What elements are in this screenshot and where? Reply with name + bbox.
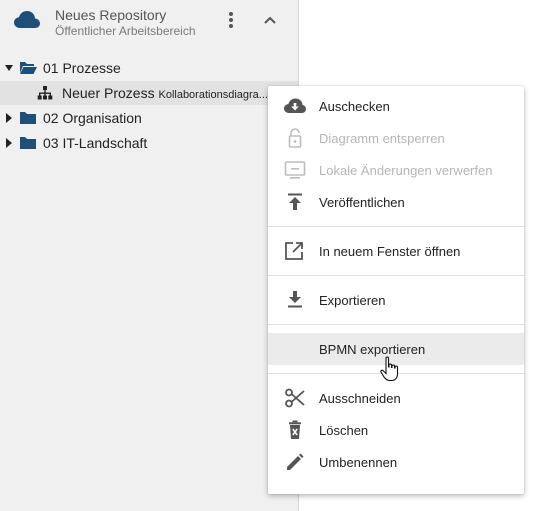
menu-item-in-neuem-fenster-oeffnen[interactable]: In neuem Fenster öffnen — [268, 235, 524, 267]
more-options-icon[interactable] — [224, 12, 238, 32]
scissors-icon — [285, 388, 305, 408]
tree-item-label: Neuer Prozess Kollaborationsdiagra... — [62, 85, 268, 101]
menu-separator — [268, 324, 524, 325]
menu-item-lokale-aenderungen-verwerfen[interactable]: Lokale Änderungen verwerfen — [268, 154, 524, 186]
folder-icon — [20, 112, 36, 124]
menu-item-label: Auschecken — [319, 99, 390, 114]
tree-item-label: 01 Prozesse — [43, 60, 121, 76]
caret-down-icon[interactable] — [4, 62, 14, 74]
menu-item-label: Löschen — [319, 423, 369, 438]
trash-icon — [289, 420, 301, 439]
repository-title: Neues Repository — [55, 7, 167, 23]
hierarchy-icon — [37, 86, 53, 100]
menu-item-loeschen[interactable]: Löschen — [268, 414, 524, 446]
menu-item-umbenennen[interactable]: Umbenennen — [268, 446, 524, 478]
folder-icon — [20, 137, 36, 149]
process-name: Neuer Prozess — [62, 85, 155, 101]
lock-open-icon — [288, 128, 302, 148]
caret-right-icon[interactable] — [4, 112, 14, 124]
menu-separator — [268, 275, 524, 276]
menu-item-exportieren[interactable]: Exportieren — [268, 284, 524, 316]
pencil-icon — [287, 453, 304, 470]
cloud-icon — [14, 11, 40, 28]
tree-item-organisation[interactable]: 02 Organisation — [0, 106, 298, 130]
menu-item-label: In neuem Fenster öffnen — [319, 244, 461, 259]
download-icon — [288, 291, 302, 308]
hand-cursor-icon — [380, 356, 399, 382]
tree-item-prozesse[interactable]: 01 Prozesse — [0, 56, 298, 80]
diagram-type: Kollaborationsdiagra... — [158, 89, 268, 101]
menu-item-label: BPMN exportieren — [319, 342, 426, 357]
menu-item-label: Diagramm entsperren — [319, 131, 445, 146]
discard-icon — [284, 161, 306, 179]
publish-icon — [288, 193, 302, 210]
menu-separator — [268, 226, 524, 227]
folder-open-icon — [20, 62, 37, 74]
open-new-window-icon — [285, 242, 303, 260]
menu-item-label: Umbenennen — [319, 455, 398, 470]
tree-item-it-landschaft[interactable]: 03 IT-Landschaft — [0, 131, 298, 155]
tree-item-neuer-prozess[interactable]: Neuer Prozess Kollaborationsdiagra... — [0, 81, 298, 105]
caret-right-icon[interactable] — [4, 137, 14, 149]
tree-item-label: 03 IT-Landschaft — [43, 135, 148, 151]
menu-item-veroeffentlichen[interactable]: Veröffentlichen — [268, 186, 524, 218]
menu-item-label: Veröffentlichen — [319, 195, 405, 210]
tree-item-label: 02 Organisation — [43, 110, 142, 126]
menu-item-label: Exportieren — [319, 293, 386, 308]
repository-header[interactable]: Neues Repository Öffentlicher Arbeitsber… — [0, 0, 298, 48]
menu-item-diagramm-entsperren[interactable]: Diagramm entsperren — [268, 122, 524, 154]
menu-item-ausschneiden[interactable]: Ausschneiden — [268, 382, 524, 414]
repository-subtitle: Öffentlicher Arbeitsbereich — [55, 24, 196, 38]
menu-item-label: Ausschneiden — [319, 391, 401, 406]
repository-sidebar: Neues Repository Öffentlicher Arbeitsber… — [0, 0, 299, 511]
context-menu: Auschecken Diagramm entsperren Lokale Än… — [268, 86, 524, 494]
chevron-up-icon[interactable] — [261, 12, 279, 30]
menu-item-label: Lokale Änderungen verwerfen — [319, 163, 493, 178]
menu-item-auschecken[interactable]: Auschecken — [268, 90, 524, 122]
cloud-download-icon — [284, 98, 306, 113]
